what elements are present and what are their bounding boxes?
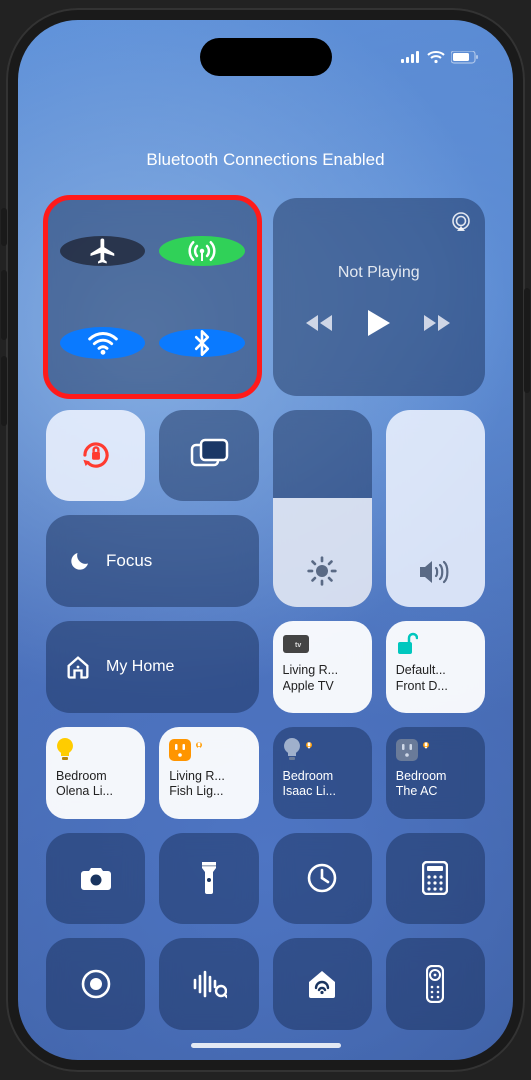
accessory-line2: Fish Lig... bbox=[169, 784, 250, 800]
accessory-line1: Bedroom bbox=[396, 769, 477, 785]
dynamic-island bbox=[200, 38, 332, 76]
shazam-icon bbox=[191, 969, 227, 999]
page-title: Bluetooth Connections Enabled bbox=[18, 150, 513, 170]
sun-icon bbox=[306, 555, 338, 587]
wifi-icon bbox=[87, 327, 119, 359]
timer-button[interactable] bbox=[273, 833, 372, 925]
speaker-icon bbox=[417, 557, 453, 587]
now-playing-label: Not Playing bbox=[338, 264, 420, 282]
accessory-line2: Olena Li... bbox=[56, 784, 137, 800]
accessory-line1: Living R... bbox=[169, 769, 250, 785]
accessory-line2: Front D... bbox=[396, 679, 477, 695]
airplay-icon[interactable] bbox=[449, 210, 473, 238]
home-icon bbox=[305, 968, 339, 1000]
cellular-signal-icon bbox=[401, 51, 421, 63]
calculator-button[interactable] bbox=[386, 833, 485, 925]
brightness-slider[interactable] bbox=[273, 410, 372, 608]
svg-text:tv: tv bbox=[295, 642, 301, 649]
accessory-bedroom-ac[interactable]: Bedroom The AC bbox=[386, 727, 485, 819]
accessory-line1: Bedroom bbox=[283, 769, 364, 785]
bluetooth-toggle[interactable] bbox=[159, 329, 244, 357]
wifi-status-icon bbox=[427, 51, 445, 64]
wifi-toggle[interactable] bbox=[60, 327, 145, 359]
home-button[interactable] bbox=[273, 938, 372, 1030]
accessory-line2: Isaac Li... bbox=[283, 784, 364, 800]
accessory-bedroom-isaac[interactable]: Bedroom Isaac Li... bbox=[273, 727, 372, 819]
lock-open-icon bbox=[396, 631, 418, 657]
outlet-icon bbox=[169, 737, 204, 763]
focus-label: Focus bbox=[106, 551, 152, 571]
flashlight-button[interactable] bbox=[159, 833, 258, 925]
screen-mirroring-button[interactable] bbox=[159, 410, 258, 502]
accessory-bedroom-olena[interactable]: Bedroom Olena Li... bbox=[46, 727, 145, 819]
music-recognition-button[interactable] bbox=[159, 938, 258, 1030]
outlet-off-icon bbox=[396, 737, 431, 763]
apple-tv-remote-button[interactable] bbox=[386, 938, 485, 1030]
accessory-apple-tv[interactable]: tv Living R... Apple TV bbox=[273, 621, 372, 713]
camera-button[interactable] bbox=[46, 833, 145, 925]
warning-icon bbox=[304, 740, 314, 760]
orientation-lock-icon bbox=[77, 436, 115, 474]
orientation-lock-toggle[interactable] bbox=[46, 410, 145, 502]
apple-tv-remote-icon bbox=[426, 965, 444, 1003]
focus-button[interactable]: Focus bbox=[46, 515, 259, 607]
airplane-mode-toggle[interactable] bbox=[60, 236, 145, 266]
screen-record-icon bbox=[79, 967, 113, 1001]
cellular-data-toggle[interactable] bbox=[159, 236, 244, 266]
bluetooth-icon bbox=[188, 329, 216, 357]
airplane-icon bbox=[88, 236, 118, 266]
camera-icon bbox=[79, 864, 113, 892]
apple-tv-icon: tv bbox=[283, 631, 309, 657]
accessory-front-door[interactable]: Default... Front D... bbox=[386, 621, 485, 713]
next-track-button[interactable] bbox=[424, 313, 452, 337]
connectivity-panel[interactable] bbox=[46, 198, 259, 396]
warning-icon bbox=[421, 740, 431, 760]
calculator-icon bbox=[422, 861, 448, 895]
cellular-antenna-icon bbox=[187, 236, 217, 266]
flashlight-icon bbox=[199, 860, 219, 896]
bulb-icon bbox=[56, 737, 74, 763]
volume-slider[interactable] bbox=[386, 410, 485, 608]
previous-track-button[interactable] bbox=[306, 313, 334, 337]
my-home-button[interactable]: My Home bbox=[46, 621, 259, 713]
house-icon bbox=[64, 653, 92, 681]
screen-mirroring-icon bbox=[189, 438, 229, 472]
play-button[interactable] bbox=[368, 310, 390, 340]
screen-record-button[interactable] bbox=[46, 938, 145, 1030]
bulb-off-icon bbox=[283, 737, 314, 763]
media-panel[interactable]: Not Playing bbox=[273, 198, 486, 396]
timer-icon bbox=[305, 861, 339, 895]
home-indicator[interactable] bbox=[191, 1043, 341, 1048]
battery-status-icon bbox=[451, 51, 479, 64]
accessory-living-fish[interactable]: Living R... Fish Lig... bbox=[159, 727, 258, 819]
warning-icon bbox=[194, 740, 204, 760]
accessory-line2: Apple TV bbox=[283, 679, 364, 695]
accessory-line2: The AC bbox=[396, 784, 477, 800]
accessory-line1: Default... bbox=[396, 663, 477, 679]
my-home-label: My Home bbox=[106, 658, 174, 676]
moon-icon bbox=[68, 549, 92, 573]
accessory-line1: Living R... bbox=[283, 663, 364, 679]
brightness-fill bbox=[273, 498, 372, 607]
accessory-line1: Bedroom bbox=[56, 769, 137, 785]
